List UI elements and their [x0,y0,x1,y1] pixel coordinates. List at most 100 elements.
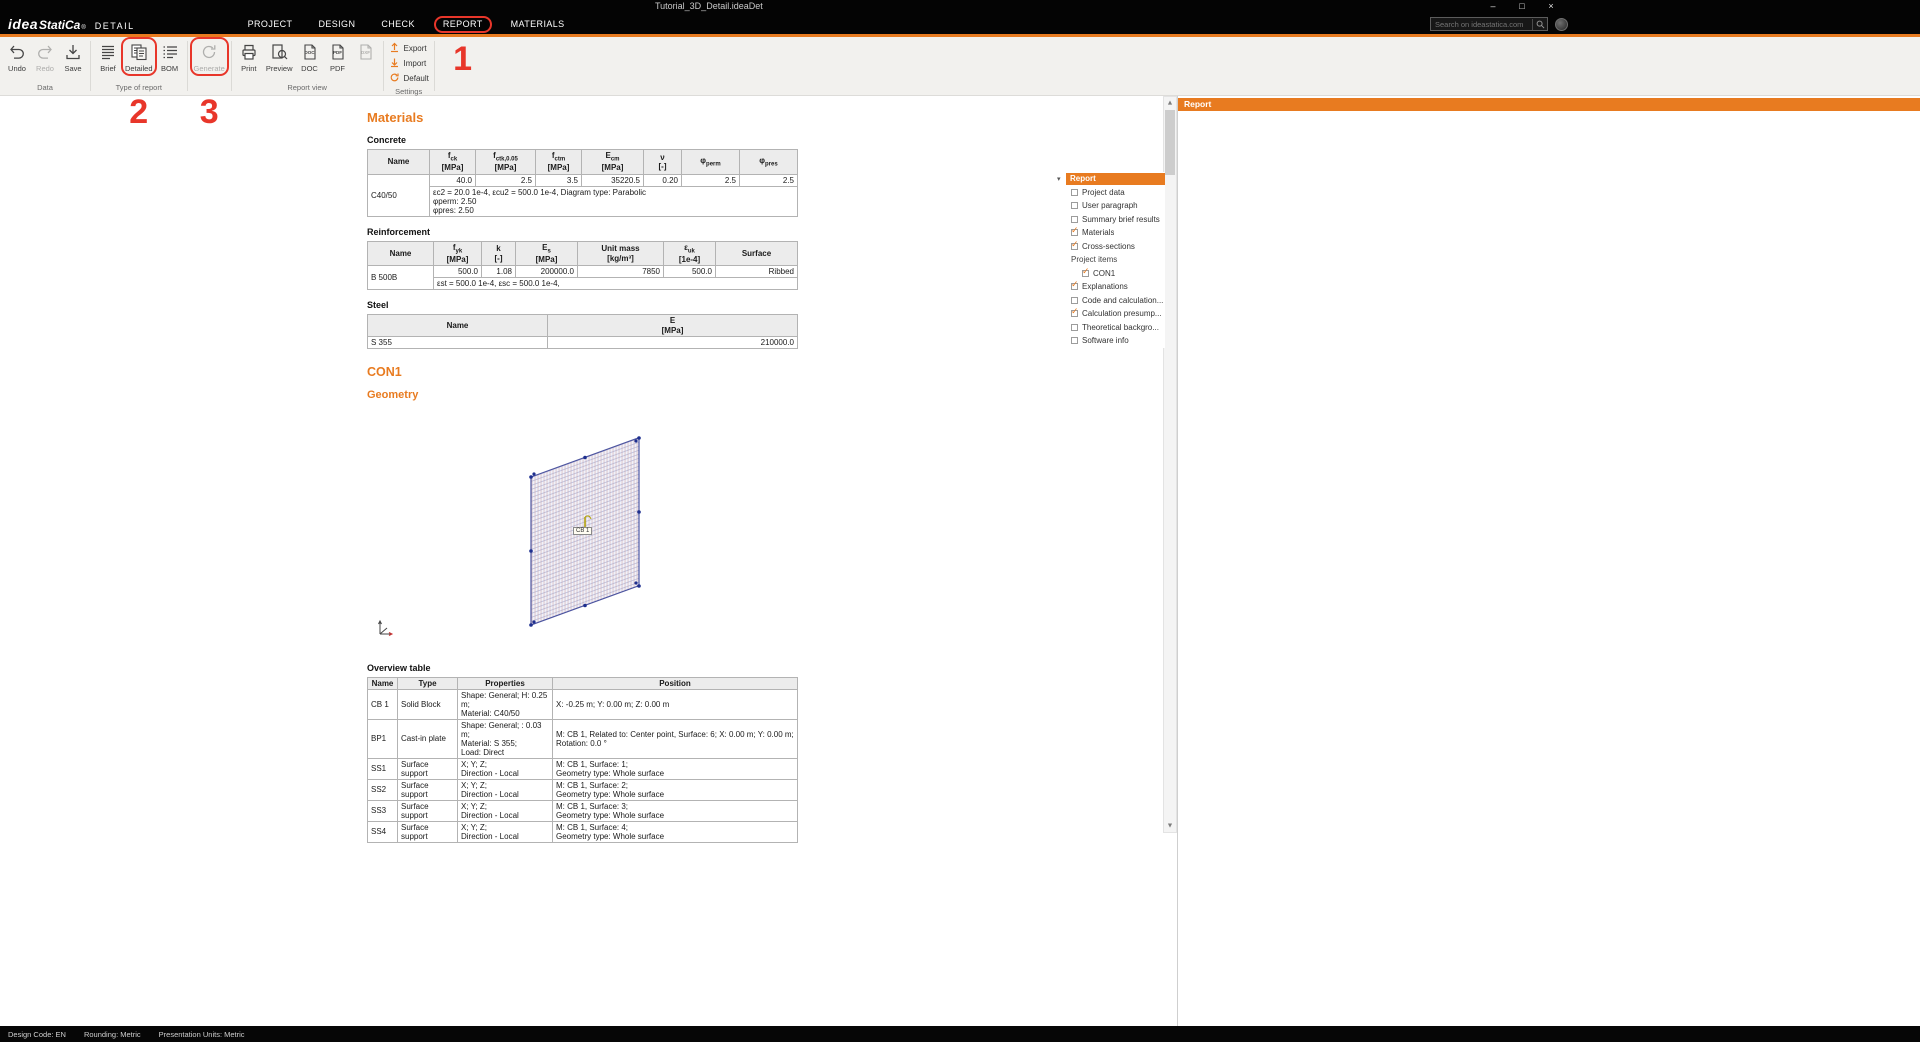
detailed-button[interactable]: Detailed 2 [124,40,154,73]
tree-item-materials[interactable]: ✓ Materials [1057,226,1165,240]
checkbox-materials[interactable]: ✓ [1071,229,1078,236]
window-controls: – □ × [1487,0,1557,13]
col-header-surface: Surface [716,241,798,266]
cell-type: Surface support [398,821,458,842]
cell-position: M: CB 1, Related to: Center point, Surfa… [553,719,798,758]
cell-properties: Shape: General; H: 0.25 m; Material: C40… [458,689,553,719]
checkbox-con1[interactable]: ✓ [1082,270,1089,277]
checkbox-code-and-calculation[interactable] [1071,297,1078,304]
maximize-button[interactable]: □ [1516,0,1528,13]
col-header-es: Es[MPa] [516,241,578,266]
tree-item-con1[interactable]: ✓ CON1 [1057,267,1165,281]
generate-button[interactable]: Generate 3 [193,40,226,73]
default-settings-button[interactable]: Default [389,71,429,86]
table-row: SS1 Surface support X; Y; Z; Direction -… [368,758,798,779]
bom-button[interactable]: BOM [158,40,182,73]
cell-fck: 40.0 [430,174,476,186]
tree-item-theoretical-background[interactable]: Theoretical backgro... [1057,321,1165,335]
checkbox-explanations[interactable]: ✓ [1071,283,1078,290]
menu-check[interactable]: CHECK [368,19,428,29]
undo-button[interactable]: Undo [5,40,29,73]
cell-es: 200000.0 [516,266,578,278]
save-button[interactable]: Save [61,40,85,73]
search-input[interactable] [1435,20,1532,29]
col-header-name: Name [368,241,434,266]
cell-properties: X; Y; Z; Direction - Local [458,800,553,821]
tree-item-summary-brief-results[interactable]: Summary brief results [1057,213,1165,227]
pdf-file-icon: PDF [328,42,348,62]
con1-heading: CON1 [367,365,798,379]
preview-icon [269,42,289,62]
cell-surface: Ribbed [716,266,798,278]
menu-materials[interactable]: MATERIALS [498,19,578,29]
tree-item-report[interactable]: ▾ Report [1057,172,1165,186]
cell-type: Surface support [398,779,458,800]
checkbox-theoretical-background[interactable] [1071,324,1078,331]
overview-table-heading: Overview table [367,663,798,673]
cell-nu: 0.20 [644,174,682,186]
checkbox-project-data[interactable] [1071,189,1078,196]
tree-item-software-info[interactable]: Software info [1057,334,1165,348]
preview-button[interactable]: Preview [265,40,294,73]
redo-icon [35,42,55,62]
cell-type: Solid Block [398,689,458,719]
chevron-down-icon[interactable]: ▾ [1057,175,1066,183]
cell-details: εc2 = 20.0 1e-4, εcu2 = 500.0 1e-4, Diag… [430,186,798,216]
cell-properties: X; Y; Z; Direction - Local [458,821,553,842]
tree-item-project-data[interactable]: Project data [1057,186,1165,200]
account-icon[interactable] [1555,18,1568,31]
geometry-heading: Geometry [367,389,798,401]
search-box[interactable] [1430,17,1548,31]
cell-name: C40/50 [368,174,430,216]
app-logo: ideaStatiCa® DETAIL [8,16,135,32]
steel-table: Name E[MPa] S 355 210000.0 [367,314,798,348]
status-bar: Design Code: EN Rounding: Metric Present… [0,1026,1920,1042]
minimize-button[interactable]: – [1487,0,1499,13]
cell-fctm: 3.5 [536,174,582,186]
scroll-down-icon[interactable]: ▼ [1164,820,1176,832]
report-panel: Report [1178,96,1920,1026]
cell-properties: X; Y; Z; Direction - Local [458,779,553,800]
tree-item-code-and-calculation[interactable]: Code and calculation... [1057,294,1165,308]
axes-icon [375,617,397,637]
table-row: B 500B 500.0 1.08 200000.0 7850 500.0 Ri… [368,266,798,278]
reset-icon [389,70,400,88]
tree-item-user-paragraph[interactable]: User paragraph [1057,199,1165,213]
menu-report[interactable]: REPORT 1 [428,19,498,29]
tree-item-cross-sections[interactable]: ✓ Cross-sections [1057,240,1165,254]
cell-phi-pres: 2.5 [740,174,798,186]
export-dxf-button[interactable]: DXF [354,40,378,62]
tree-item-calculation-presumptions[interactable]: ✓ Calculation presump... [1057,307,1165,321]
menu-design[interactable]: DESIGN [305,19,368,29]
generate-icon [199,42,219,62]
ribbon: Undo Redo Save Data [0,37,1920,96]
brief-button[interactable]: Brief [96,40,120,73]
redo-button[interactable]: Redo [33,40,57,73]
print-button[interactable]: Print [237,40,261,73]
search-icon[interactable] [1532,19,1545,30]
col-header-phi-perm: φperm [682,150,740,175]
cell-properties: Shape: General; : 0.03 m; Material: S 35… [458,719,553,758]
checkbox-calculation-presumptions[interactable]: ✓ [1071,310,1078,317]
cell-position: M: CB 1, Surface: 4; Geometry type: Whol… [553,821,798,842]
checkbox-software-info[interactable] [1071,337,1078,344]
report-scrollbar[interactable]: ▲ ▼ [1163,96,1177,833]
annotation-number-1: 1 [453,40,472,79]
cell-position: M: CB 1, Surface: 3; Geometry type: Whol… [553,800,798,821]
steel-heading: Steel [367,300,798,310]
col-header-k: k[-] [482,241,516,266]
close-button[interactable]: × [1545,0,1557,13]
checkbox-cross-sections[interactable]: ✓ [1071,243,1078,250]
menu-project[interactable]: PROJECT [235,19,306,29]
cell-name: B 500B [368,266,434,290]
table-row: S 355 210000.0 [368,336,798,348]
checkbox-summary-brief-results[interactable] [1071,216,1078,223]
checkbox-user-paragraph[interactable] [1071,202,1078,209]
export-doc-button[interactable]: DOC DOC [298,40,322,73]
cell-name: SS3 [368,800,398,821]
scrollbar-thumb[interactable] [1165,110,1175,175]
scroll-up-icon[interactable]: ▲ [1164,97,1176,109]
export-pdf-button[interactable]: PDF PDF [326,40,350,73]
col-header-e: E[MPa] [548,315,798,336]
tree-item-explanations[interactable]: ✓ Explanations [1057,280,1165,294]
